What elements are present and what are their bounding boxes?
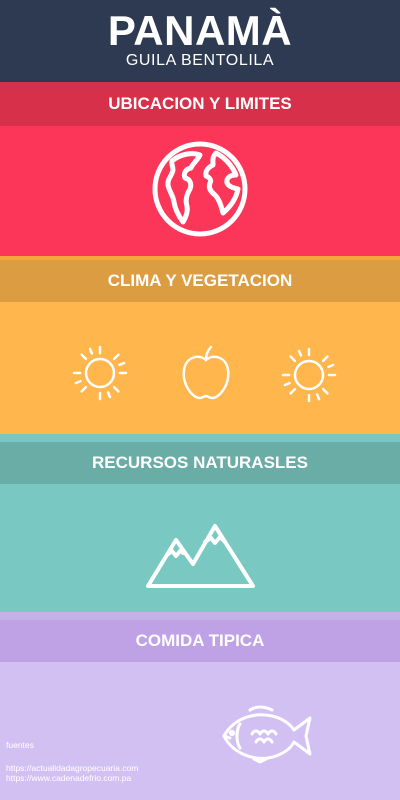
header: PANAMÀ GUILA BENTOLILA bbox=[0, 0, 400, 82]
section-climate: CLIMA Y VEGETACION bbox=[0, 260, 400, 434]
page-title: PANAMÀ bbox=[107, 7, 293, 54]
section-food-title: COMIDA TIPICA bbox=[0, 620, 400, 662]
apple-icon bbox=[182, 345, 230, 400]
sources-label: fuentes bbox=[6, 740, 34, 750]
section-climate-title: CLIMA Y VEGETACION bbox=[0, 260, 400, 302]
fish-icon bbox=[222, 705, 312, 764]
section-resources-title: RECURSOS NATURASLES bbox=[0, 442, 400, 484]
source-link[interactable]: https://www.cadenadefrio.com.pa bbox=[6, 773, 131, 783]
sun-icon bbox=[281, 347, 337, 403]
divider bbox=[0, 434, 400, 442]
mountains-icon bbox=[146, 524, 255, 588]
section-resources: RECURSOS NATURASLES bbox=[0, 442, 400, 616]
section-location: UBICACION Y LIMITES bbox=[0, 82, 400, 256]
globe-icon bbox=[152, 141, 248, 237]
source-link[interactable]: https://actualidadagropecuaria.com bbox=[6, 763, 138, 773]
page-subtitle: GUILA BENTOLILA bbox=[125, 52, 275, 69]
section-location-title: UBICACION Y LIMITES bbox=[0, 82, 400, 126]
infographic: PANAMÀ GUILA BENTOLILA UBICACION Y LIMIT… bbox=[0, 0, 400, 800]
sun-icon bbox=[72, 345, 128, 401]
